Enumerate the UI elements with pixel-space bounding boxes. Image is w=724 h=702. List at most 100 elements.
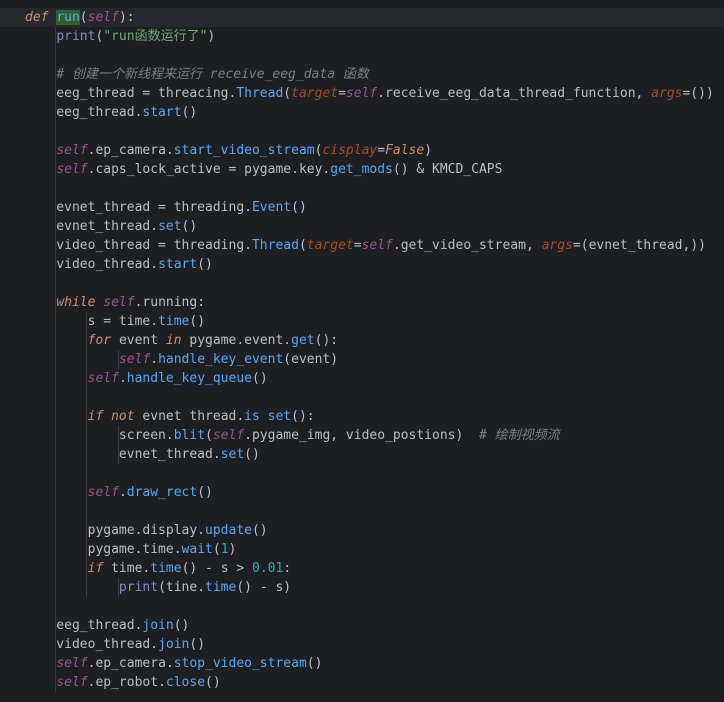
code-token: args	[651, 86, 683, 101]
code-token: time	[150, 561, 182, 576]
code-line-text: eeg_thread.start()	[25, 103, 197, 122]
code-token: ()	[205, 675, 221, 690]
code-token: .	[118, 371, 127, 386]
code-token: for	[87, 333, 119, 348]
code-line[interactable]: video_thread.join()	[0, 635, 724, 654]
code-token: self	[103, 295, 135, 310]
code-line[interactable]	[0, 46, 724, 65]
code-line-text: pygame.time.wait(1)	[25, 540, 237, 559]
code-line[interactable]	[0, 464, 724, 483]
code-line[interactable]: evnet_thread.set()	[0, 217, 724, 236]
code-line[interactable]: eeg_thread = threacing.Thread(target=sel…	[0, 84, 724, 103]
code-line[interactable]: video_thread.start()	[0, 255, 724, 274]
code-token: evnet_thread = threading.	[25, 200, 252, 215]
code-line[interactable]	[0, 597, 724, 616]
code-line-text: eeg_thread = threacing.Thread(target=sel…	[25, 84, 714, 103]
code-token: :	[283, 561, 292, 576]
code-token: =	[377, 143, 386, 158]
code-line[interactable]: if time.time() - s > 0.01:	[0, 559, 724, 578]
code-token: ():	[314, 333, 339, 348]
code-line[interactable]: def run(self):	[0, 8, 724, 27]
code-token: =(evnet_thread,))	[572, 238, 706, 253]
code-line[interactable]: self.handle_key_event(event)	[0, 350, 724, 369]
code-token: self	[56, 143, 88, 158]
code-token: self	[87, 371, 119, 386]
code-line[interactable]	[0, 122, 724, 141]
code-line[interactable]: # 创建一个新线程来运行 receive_eeg_data 函数	[0, 65, 724, 84]
code-token: self	[118, 352, 151, 367]
code-token: join	[142, 618, 174, 633]
code-token: evnet_thread.	[25, 219, 159, 234]
code-token: if not	[87, 409, 143, 424]
code-token: ()	[189, 637, 206, 652]
code-token: handle_key_queue	[126, 371, 252, 386]
code-token: evnet_thread.	[25, 447, 221, 462]
code-line[interactable]: video_thread = threading.Thread(target=s…	[0, 236, 724, 255]
code-line[interactable]: eeg_thread.join()	[0, 616, 724, 635]
code-line-text: self.draw_rect()	[25, 483, 213, 502]
code-line[interactable]: print(tine.time() - s)	[0, 578, 724, 597]
code-token: (event)	[283, 352, 339, 367]
code-token: eeg_thread.	[25, 105, 143, 120]
code-line-text: if not evnet thread.is set():	[25, 407, 315, 426]
code-line[interactable]: screen.blit(self.pygame_img, video_posti…	[0, 426, 724, 445]
code-line[interactable]: evnet_thread.set()	[0, 445, 724, 464]
code-line[interactable]: self.handle_key_queue()	[0, 369, 724, 388]
code-token: ()	[181, 219, 198, 234]
code-token: target	[291, 86, 339, 101]
code-token: self	[87, 485, 119, 500]
code-line[interactable]: s = time.time()	[0, 312, 724, 331]
code-line[interactable]: if not evnet thread.is set():	[0, 407, 724, 426]
code-line[interactable]: pygame.display.update()	[0, 521, 724, 540]
code-line[interactable]: self.caps_lock_active = pygame.key.get_m…	[0, 160, 724, 179]
code-line[interactable]	[0, 388, 724, 407]
code-line[interactable]: self.ep_camera.stop_video_stream()	[0, 654, 724, 673]
code-line[interactable]: for event in pygame.event.get():	[0, 331, 724, 350]
code-line[interactable]: evnet_thread = threading.Event()	[0, 198, 724, 217]
code-line[interactable]: while self.running:	[0, 293, 724, 312]
code-line[interactable]	[0, 179, 724, 198]
code-token: 1	[220, 542, 229, 557]
code-token: video_thread = threading.	[25, 238, 252, 253]
code-token: .running:	[134, 295, 206, 310]
code-line-text: video_thread = threading.Thread(target=s…	[25, 236, 706, 255]
code-token: wait	[181, 542, 213, 557]
code-token: # 绘制视频流	[478, 428, 560, 443]
code-line[interactable]: eeg_thread.start()	[0, 103, 724, 122]
code-line-text: evnet_thread = threading.Event()	[25, 198, 306, 217]
code-token: is set	[244, 409, 292, 424]
code-line[interactable]	[0, 274, 724, 293]
code-line[interactable]: print("run函数运行了")	[0, 27, 724, 46]
code-token: ):	[118, 10, 135, 25]
code-token: target	[306, 238, 354, 253]
code-token: (	[283, 86, 292, 101]
code-line-text: self.handle_key_event(event)	[25, 350, 338, 369]
code-line[interactable]: self.ep_robot.close()	[0, 673, 724, 692]
code-line[interactable]: self.draw_rect()	[0, 483, 724, 502]
code-line[interactable]	[0, 502, 724, 521]
code-token: (	[298, 238, 307, 253]
code-token: )	[424, 143, 433, 158]
code-token: () - s >	[181, 561, 253, 576]
code-line-text: self.ep_robot.close()	[25, 673, 221, 692]
code-token: eeg_thread.	[25, 618, 143, 633]
code-token: start_video_stream	[173, 143, 315, 158]
code-editor[interactable]: def run(self): print("run函数运行了") # 创建一个新…	[0, 0, 724, 702]
code-token: .ep_camera.	[87, 656, 174, 671]
code-token: handle_key_event	[158, 352, 284, 367]
code-line-text: print(tine.time() - s)	[25, 578, 291, 597]
code-line[interactable]: self.ep_camera.start_video_stream(cispla…	[0, 141, 724, 160]
code-token: cisplay	[322, 143, 378, 158]
code-line[interactable]: pygame.time.wait(1)	[0, 540, 724, 559]
code-token: "run函数运行了"	[103, 29, 208, 44]
code-token: evnet thread.	[142, 409, 245, 424]
code-token: time	[205, 580, 237, 595]
code-line-text: self.handle_key_queue()	[25, 369, 268, 388]
